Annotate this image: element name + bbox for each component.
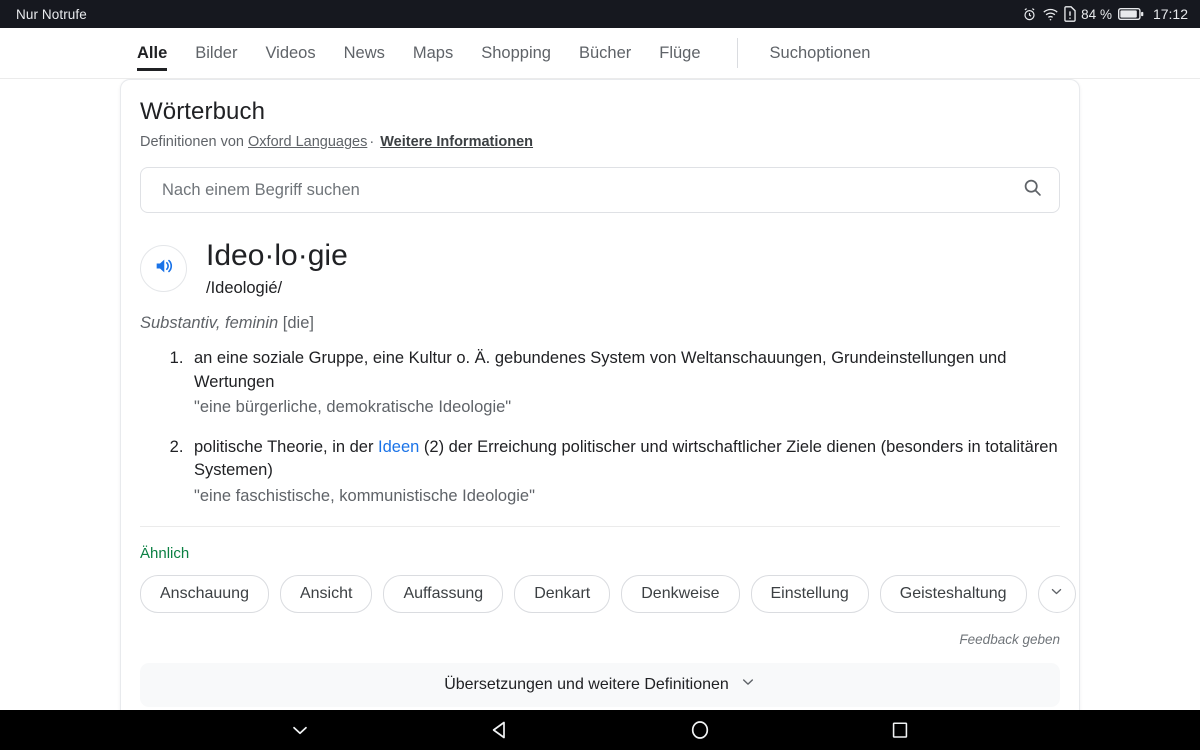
search-options-button[interactable]: Suchoptionen <box>756 28 885 78</box>
definition-example: "eine bürgerliche, demokratische Ideolog… <box>194 398 512 417</box>
tab-label: Bücher <box>578 43 632 62</box>
headword-block: Ideo·lo·gie /Ideologié/ <box>140 239 1060 298</box>
ideen-link[interactable]: Ideen <box>378 438 419 456</box>
search-input[interactable] <box>160 179 1022 201</box>
dictionary-search-box[interactable] <box>140 167 1060 213</box>
source-prefix: Definitionen von <box>140 134 244 150</box>
results-area: Wörterbuch Definitionen von Oxford Langu… <box>0 79 1200 710</box>
definition-text: an eine soziale Gruppe, eine Kultur o. Ä… <box>194 347 1060 394</box>
battery-icon <box>1117 7 1144 21</box>
page-title: Wörterbuch <box>140 98 266 125</box>
chip-anschauung[interactable]: Anschauung <box>140 574 269 613</box>
chip-einstellung[interactable]: Einstellung <box>750 574 869 613</box>
tab-buecher[interactable]: Bücher <box>565 28 645 78</box>
android-nav-bar <box>0 710 1200 750</box>
tab-shopping[interactable]: Shopping <box>467 28 565 78</box>
tab-bilder[interactable]: Bilder <box>181 28 251 78</box>
similar-words-section: Ähnlich Anschauung Ansicht Auffassung De… <box>121 527 1079 613</box>
android-status-bar: Nur Notrufe 84 % 17:12 <box>0 0 1200 28</box>
status-indicators: 84 % 17:12 <box>1022 6 1188 22</box>
translations-expander-button[interactable]: Übersetzungen und weitere Definitionen <box>140 662 1060 707</box>
chevron-down-icon <box>1049 584 1064 604</box>
dictionary-card: Wörterbuch Definitionen von Oxford Langu… <box>120 79 1080 710</box>
search-icon[interactable] <box>1022 177 1043 203</box>
tab-label: Videos <box>265 43 316 62</box>
definition-text-before: politische Theorie, in der <box>194 437 379 456</box>
phonetic-transcription: /Ideologié/ <box>206 279 283 298</box>
tab-alle[interactable]: Alle <box>137 28 181 78</box>
headword: Ideo·lo·gie <box>206 239 348 272</box>
headword-text-block: Ideo·lo·gie /Ideologié/ <box>206 239 348 298</box>
definition-item: politische Theorie, in der Ideen (2) der… <box>188 436 1060 508</box>
sim-warning-icon <box>1064 6 1076 22</box>
source-separator: · <box>369 134 375 150</box>
search-options-label: Suchoptionen <box>769 43 871 62</box>
chip-denkart[interactable]: Denkart <box>514 574 611 613</box>
tabs-divider <box>736 38 738 68</box>
dictionary-source: Definitionen von Oxford Languages · Weite… <box>140 134 1060 150</box>
active-tab-underline <box>137 68 168 71</box>
pronounce-button[interactable] <box>140 245 187 292</box>
back-icon[interactable] <box>400 718 600 742</box>
part-of-speech-line: Substantiv, feminin [die] <box>140 314 1060 333</box>
tab-label: News <box>343 43 385 62</box>
tab-label: Alle <box>137 43 168 62</box>
grammatical-article: [die] <box>282 314 314 333</box>
part-of-speech: Substantiv, feminin <box>140 314 279 333</box>
speaker-icon <box>153 255 175 282</box>
tab-fluege[interactable]: Flüge <box>645 28 714 78</box>
expander-wrap: Übersetzungen und weitere Definitionen <box>121 647 1079 710</box>
chip-auffassung[interactable]: Auffassung <box>383 574 504 613</box>
tab-label: Maps <box>412 43 454 62</box>
definition-text-before: an eine soziale Gruppe, eine Kultur o. Ä… <box>194 349 1007 391</box>
home-icon[interactable] <box>600 718 800 742</box>
battery-percent-label: 84 % <box>1081 6 1112 22</box>
definition-text: politische Theorie, in der Ideen (2) der… <box>194 436 1060 483</box>
show-more-synonyms-button[interactable] <box>1037 574 1076 613</box>
status-clock: 17:12 <box>1152 6 1188 22</box>
expander-label: Übersetzungen und weitere Definitionen <box>444 675 729 693</box>
tab-news[interactable]: News <box>330 28 399 78</box>
chip-denkweise[interactable]: Denkweise <box>621 574 740 613</box>
more-info-link[interactable]: Weitere Informationen <box>380 134 533 150</box>
similar-label: Ähnlich <box>140 544 190 562</box>
chevron-down-icon <box>740 674 756 695</box>
alarm-icon <box>1022 7 1037 22</box>
chip-ansicht[interactable]: Ansicht <box>279 574 373 613</box>
tab-label: Flüge <box>659 43 701 62</box>
tab-maps[interactable]: Maps <box>399 28 467 78</box>
tab-label: Bilder <box>195 43 238 62</box>
oxford-languages-link[interactable]: Oxford Languages <box>248 134 367 150</box>
tab-label: Shopping <box>481 43 551 62</box>
feedback-link[interactable]: Feedback geben <box>959 632 1060 647</box>
definitions-list: an eine soziale Gruppe, eine Kultur o. Ä… <box>140 347 1060 508</box>
feedback-row: Feedback geben <box>121 613 1079 647</box>
wifi-icon <box>1042 7 1059 22</box>
definition-example: "eine faschistische, kommunistische Ideo… <box>194 486 535 505</box>
dictionary-card-body: Wörterbuch Definitionen von Oxford Langu… <box>121 80 1079 527</box>
similar-chip-list: Anschauung Ansicht Auffassung Denkart De… <box>140 574 1076 613</box>
carrier-label: Nur Notrufe <box>16 6 87 22</box>
tab-videos[interactable]: Videos <box>251 28 329 78</box>
chip-geisteshaltung[interactable]: Geisteshaltung <box>879 574 1027 613</box>
recents-icon[interactable] <box>800 719 1000 741</box>
definition-item: an eine soziale Gruppe, eine Kultur o. Ä… <box>188 347 1060 419</box>
hide-keyboard-icon[interactable] <box>200 719 400 741</box>
search-tabs: Alle Bilder Videos News Maps Shopping Bü… <box>0 28 1200 79</box>
